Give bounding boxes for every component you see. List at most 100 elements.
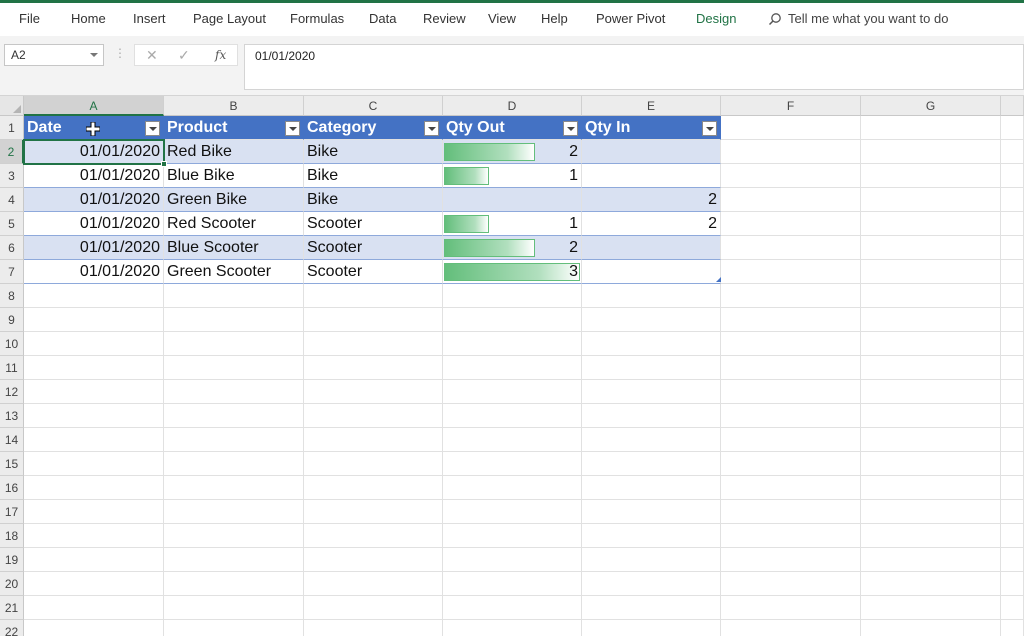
cell-c18[interactable] [304,524,443,548]
cell-f7[interactable] [721,260,861,284]
cell-a10[interactable] [24,332,164,356]
column-header-partial[interactable] [1001,96,1024,116]
cell-b18[interactable] [164,524,304,548]
cell-f17[interactable] [721,500,861,524]
cell-a5[interactable]: 01/01/2020 [24,212,164,236]
column-header-d[interactable]: D [443,96,582,116]
cell-a4[interactable]: 01/01/2020 [24,188,164,212]
cell-f22[interactable] [721,620,861,636]
cell-g3[interactable] [861,164,1001,188]
tab-home[interactable]: Home [71,11,106,26]
cell-c19[interactable] [304,548,443,572]
cell-f21[interactable] [721,596,861,620]
cell-b10[interactable] [164,332,304,356]
cell-a2[interactable]: 01/01/2020 [24,140,164,164]
cell-c7[interactable]: Scooter [304,260,443,284]
name-box[interactable]: A2 [4,44,104,66]
cell-a9[interactable] [24,308,164,332]
tab-insert[interactable]: Insert [133,11,166,26]
cell-d18[interactable] [443,524,582,548]
cell-f3[interactable] [721,164,861,188]
cell-d8[interactable] [443,284,582,308]
cell-e13[interactable] [582,404,721,428]
cell-h7[interactable] [1001,260,1024,284]
cell-g2[interactable] [861,140,1001,164]
worksheet-grid[interactable]: A B C D E F G 1 Date Product Category Qty Out Qty In… [0,96,1024,636]
column-header-f[interactable]: F [721,96,861,116]
cell-f18[interactable] [721,524,861,548]
cell-h22[interactable] [1001,620,1024,636]
cell-a22[interactable] [24,620,164,636]
cell-f8[interactable] [721,284,861,308]
cell-b12[interactable] [164,380,304,404]
cell-g1[interactable] [861,116,1001,140]
cell-e10[interactable] [582,332,721,356]
tell-me-search[interactable]: Tell me what you want to do [768,11,948,26]
cell-g5[interactable] [861,212,1001,236]
cell-e17[interactable] [582,500,721,524]
cell-c6[interactable]: Scooter [304,236,443,260]
row-header-3[interactable]: 3 [0,164,24,188]
cell-h21[interactable] [1001,596,1024,620]
cell-d3[interactable]: 1 [443,164,582,188]
cell-d13[interactable] [443,404,582,428]
cell-h17[interactable] [1001,500,1024,524]
cell-e5[interactable]: 2 [582,212,721,236]
row-header-22[interactable]: 22 [0,620,24,636]
cell-b13[interactable] [164,404,304,428]
tab-page-layout[interactable]: Page Layout [193,11,266,26]
cell-g20[interactable] [861,572,1001,596]
tab-power-pivot[interactable]: Power Pivot [596,11,665,26]
cell-e4[interactable]: 2 [582,188,721,212]
cell-a21[interactable] [24,596,164,620]
cell-d11[interactable] [443,356,582,380]
cell-e7[interactable] [582,260,721,284]
cell-e22[interactable] [582,620,721,636]
cell-e14[interactable] [582,428,721,452]
column-header-g[interactable]: G [861,96,1001,116]
table-header-qty-in[interactable]: Qty In [582,116,721,140]
row-header-21[interactable]: 21 [0,596,24,620]
tab-formulas[interactable]: Formulas [290,11,344,26]
cell-f14[interactable] [721,428,861,452]
cell-d12[interactable] [443,380,582,404]
cell-d6[interactable]: 2 [443,236,582,260]
cell-f2[interactable] [721,140,861,164]
cell-c20[interactable] [304,572,443,596]
cell-a16[interactable] [24,476,164,500]
cell-c12[interactable] [304,380,443,404]
cell-b2[interactable]: Red Bike [164,140,304,164]
row-header-16[interactable]: 16 [0,476,24,500]
cell-e19[interactable] [582,548,721,572]
cell-b21[interactable] [164,596,304,620]
row-header-17[interactable]: 17 [0,500,24,524]
cell-a11[interactable] [24,356,164,380]
cell-c9[interactable] [304,308,443,332]
cell-d21[interactable] [443,596,582,620]
cell-b22[interactable] [164,620,304,636]
cell-a12[interactable] [24,380,164,404]
cell-f15[interactable] [721,452,861,476]
cell-d16[interactable] [443,476,582,500]
cell-b6[interactable]: Blue Scooter [164,236,304,260]
row-header-20[interactable]: 20 [0,572,24,596]
table-header-product[interactable]: Product [164,116,304,140]
cell-g8[interactable] [861,284,1001,308]
cell-h20[interactable] [1001,572,1024,596]
cell-c5[interactable]: Scooter [304,212,443,236]
tab-design[interactable]: Design [696,11,736,26]
cell-b7[interactable]: Green Scooter [164,260,304,284]
table-header-category[interactable]: Category [304,116,443,140]
cell-e11[interactable] [582,356,721,380]
row-header-5[interactable]: 5 [0,212,24,236]
cell-b16[interactable] [164,476,304,500]
cell-d10[interactable] [443,332,582,356]
column-header-a[interactable]: A [24,96,164,116]
cell-h15[interactable] [1001,452,1024,476]
cell-d2[interactable]: 2 [443,140,582,164]
cell-e15[interactable] [582,452,721,476]
cell-b15[interactable] [164,452,304,476]
column-header-e[interactable]: E [582,96,721,116]
filter-dropdown-icon[interactable] [424,121,439,136]
cell-a7[interactable]: 01/01/2020 [24,260,164,284]
